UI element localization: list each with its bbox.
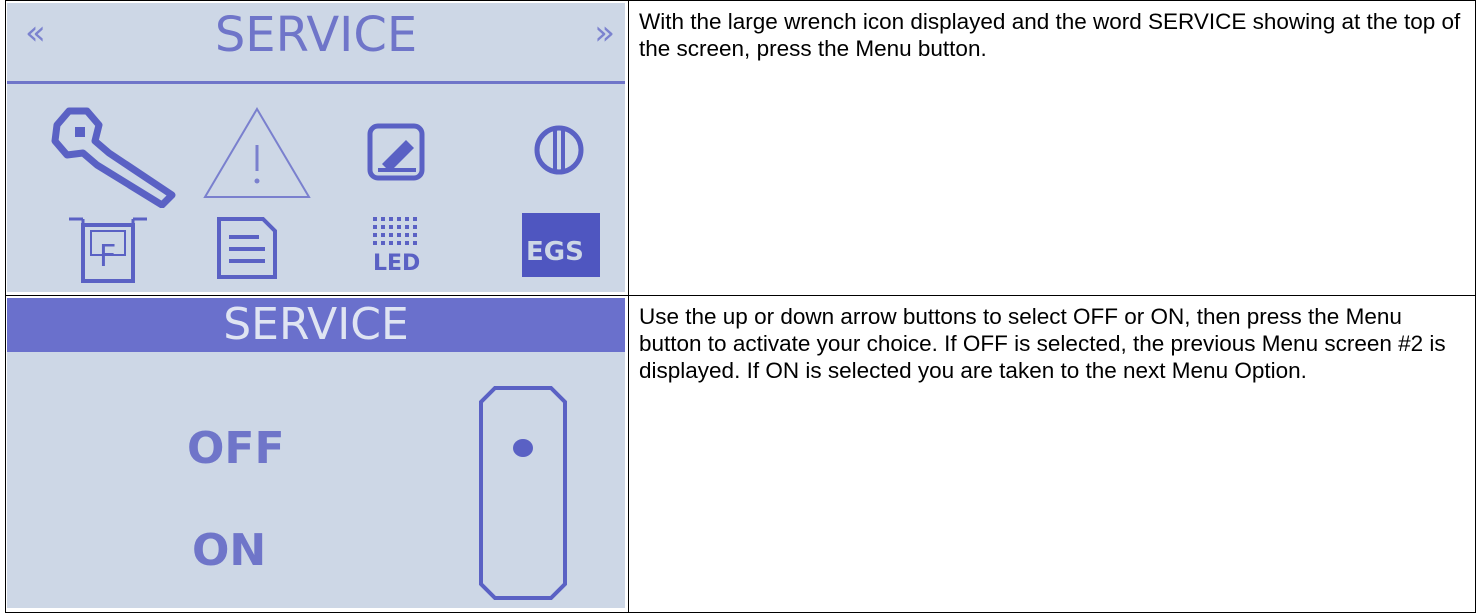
toggle-switch-icon	[479, 386, 567, 600]
egs-label: EGS	[526, 237, 584, 267]
instruction-text: Use the up or down arrow buttons to sele…	[639, 304, 1446, 383]
warning-triangle-icon	[203, 107, 311, 198]
option-off: OFF	[187, 423, 285, 474]
instruction-text-cell: With the large wrench icon displayed and…	[628, 0, 1476, 296]
lcd-screen-service-menu: « SERVICE » F LED EGS	[7, 3, 625, 292]
instruction-text-cell: Use the up or down arrow buttons to sele…	[628, 295, 1476, 613]
screen-title: SERVICE	[223, 299, 409, 350]
screen-title: SERVICE	[214, 7, 418, 63]
contrast-icon	[534, 125, 584, 175]
edit-icon	[367, 123, 425, 181]
nav-right-icon: »	[594, 13, 615, 53]
title-divider	[7, 81, 625, 84]
instruction-table: « SERVICE » F LED EGS With the large wre…	[5, 0, 1476, 613]
screen-image-cell: SERVICE OFF ON	[5, 295, 629, 613]
fuel-label: F	[99, 239, 117, 274]
egs-icon: EGS	[522, 213, 600, 277]
led-label: LED	[373, 251, 421, 276]
lcd-screen-service-toggle: SERVICE OFF ON	[7, 298, 625, 608]
led-icon	[373, 217, 417, 245]
option-on: ON	[192, 525, 267, 576]
table-row: « SERVICE » F LED EGS With the large wre…	[5, 0, 1476, 296]
instruction-text: With the large wrench icon displayed and…	[639, 9, 1461, 61]
screen-image-cell: « SERVICE » F LED EGS	[5, 0, 629, 296]
wrench-icon	[51, 107, 176, 208]
document-icon	[217, 217, 277, 279]
table-row: SERVICE OFF ON Use the up or down arrow …	[5, 295, 1476, 613]
